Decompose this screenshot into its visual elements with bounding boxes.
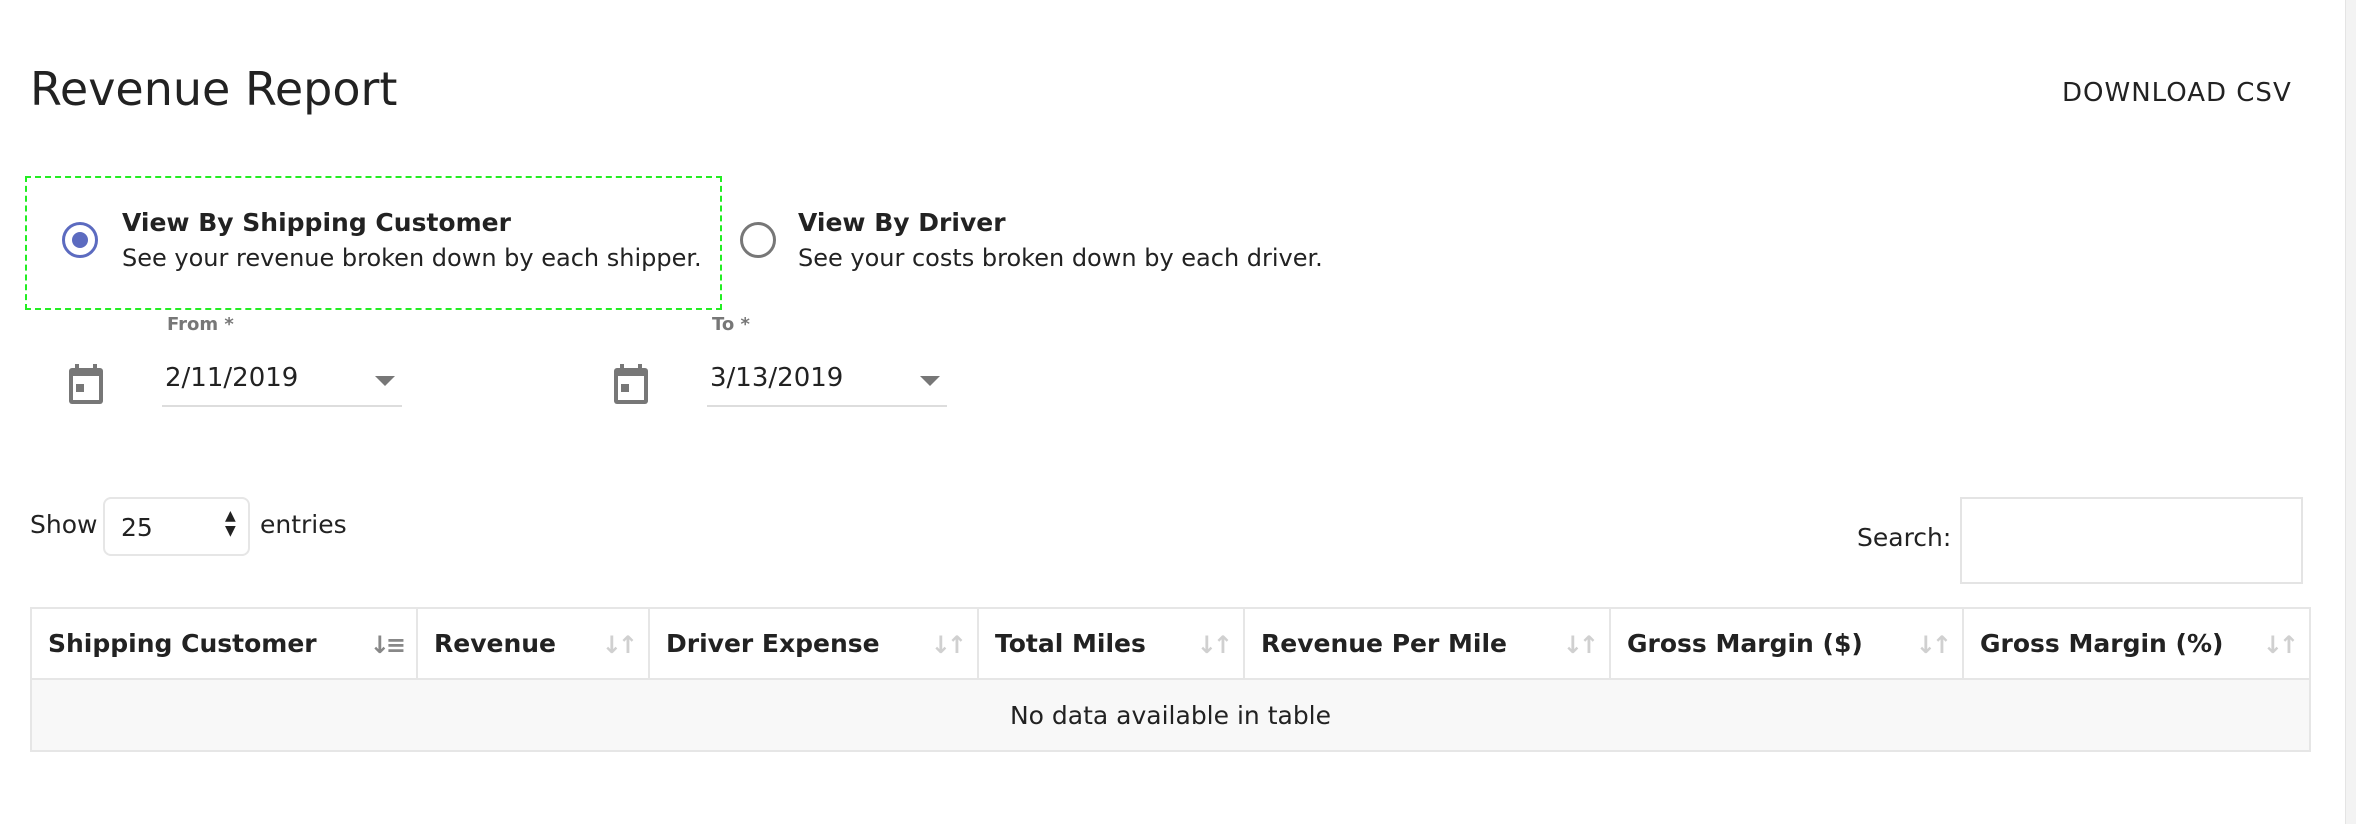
table-row: No data available in table: [30, 678, 2311, 752]
search-label: Search:: [1857, 523, 1952, 552]
download-csv-button[interactable]: DOWNLOAD CSV: [2062, 78, 2292, 108]
column-header-driver-expense[interactable]: Driver Expense ↓↑: [648, 607, 979, 680]
search-input[interactable]: [1960, 497, 2303, 584]
from-date-value: 2/11/2019: [165, 363, 299, 393]
entries-select[interactable]: 25 ▲ ▼: [103, 497, 250, 556]
from-date-field[interactable]: 2/11/2019: [162, 360, 402, 407]
field-underline: [162, 405, 402, 407]
column-label: Shipping Customer: [48, 629, 317, 658]
calendar-icon[interactable]: [68, 364, 104, 404]
entries-label: entries: [260, 510, 347, 539]
column-label: Revenue Per Mile: [1261, 629, 1507, 658]
field-underline: [707, 405, 947, 407]
caret-down-icon: [920, 376, 940, 386]
column-label: Revenue: [434, 629, 557, 658]
sort-icon: ↓↑: [2262, 631, 2299, 659]
sort-desc-icon: ↓≡: [369, 631, 406, 659]
column-label: Gross Margin (%): [1980, 629, 2224, 658]
to-date-field[interactable]: 3/13/2019: [707, 360, 947, 407]
column-header-revenue[interactable]: Revenue ↓↑: [416, 607, 650, 680]
column-header-total-miles[interactable]: Total Miles ↓↑: [977, 607, 1245, 680]
scrollbar-track[interactable]: [2345, 0, 2356, 824]
radio-selected-icon[interactable]: [62, 222, 98, 258]
show-label: Show: [30, 510, 98, 539]
empty-table-message: No data available in table: [30, 678, 2311, 752]
radio-unselected-icon[interactable]: [740, 222, 776, 258]
column-header-gross-margin-dollars[interactable]: Gross Margin ($) ↓↑: [1609, 607, 1964, 680]
to-label: To *: [712, 314, 750, 335]
radio-title[interactable]: View By Driver: [798, 208, 1006, 237]
page-title: Revenue Report: [30, 62, 398, 116]
caret-down-icon: [375, 376, 395, 386]
sort-icon: ↓↑: [1562, 631, 1599, 659]
revenue-table: Shipping Customer ↓≡ Revenue ↓↑ Driver Exp…: [30, 607, 2311, 752]
radio-description: See your revenue broken down by each shi…: [122, 244, 702, 272]
view-by-shipping-customer-radio[interactable]: [62, 222, 98, 258]
calendar-icon[interactable]: [613, 364, 649, 404]
column-header-gross-margin-percent[interactable]: Gross Margin (%) ↓↑: [1962, 607, 2311, 680]
column-label: Gross Margin ($): [1627, 629, 1863, 658]
select-arrows-icon: ▲ ▼: [225, 508, 236, 539]
sort-icon: ↓↑: [601, 631, 638, 659]
column-header-revenue-per-mile[interactable]: Revenue Per Mile ↓↑: [1243, 607, 1611, 680]
view-by-driver-radio[interactable]: [740, 222, 776, 258]
column-header-shipping-customer[interactable]: Shipping Customer ↓≡: [30, 607, 418, 680]
table-header-row: Shipping Customer ↓≡ Revenue ↓↑ Driver Exp…: [30, 607, 2311, 680]
column-label: Driver Expense: [666, 629, 880, 658]
column-label: Total Miles: [995, 629, 1146, 658]
from-label: From *: [167, 314, 234, 335]
sort-icon: ↓↑: [1196, 631, 1233, 659]
sort-icon: ↓↑: [930, 631, 967, 659]
to-date-value: 3/13/2019: [710, 363, 844, 393]
radio-title[interactable]: View By Shipping Customer: [122, 208, 511, 237]
radio-description: See your costs broken down by each drive…: [798, 244, 1323, 272]
focus-outline: [25, 176, 722, 310]
entries-value: 25: [121, 513, 153, 542]
sort-icon: ↓↑: [1915, 631, 1952, 659]
